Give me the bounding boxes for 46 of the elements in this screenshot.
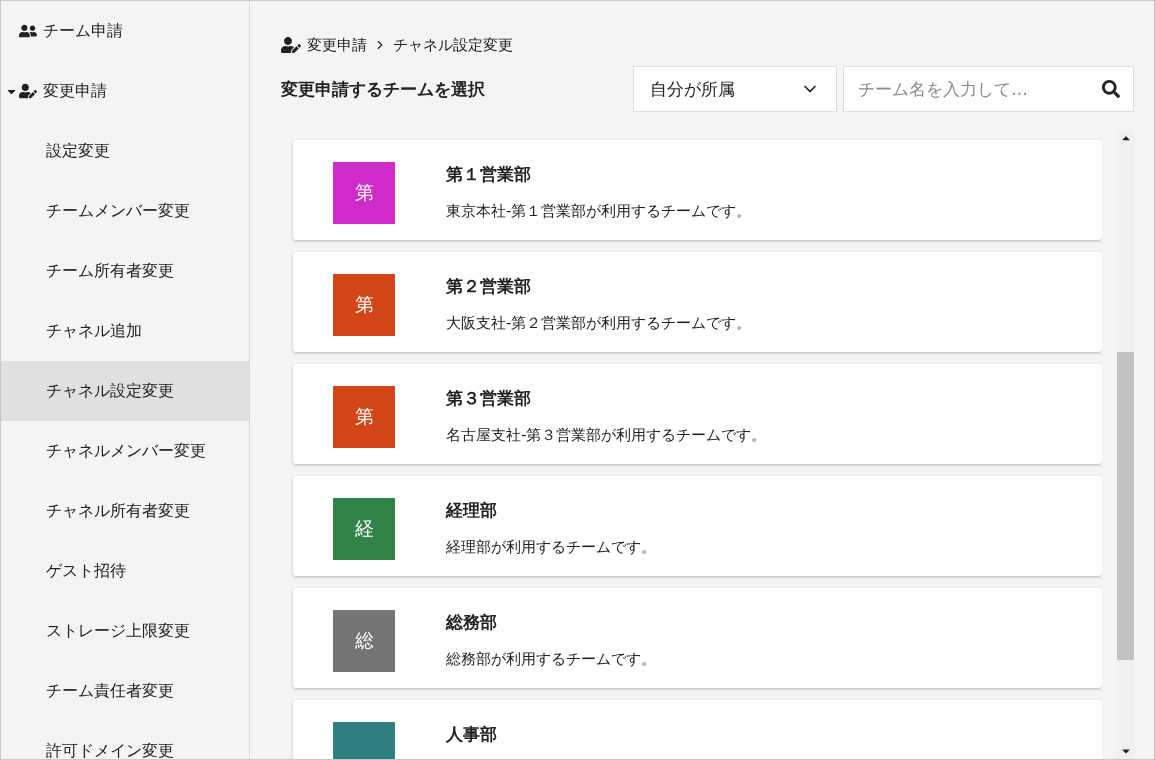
avatar-letter: 第 [354,180,374,205]
team-name: 人事部 [446,723,497,746]
sidebar-item[interactable]: 変更申請 [1,61,249,121]
team-description: 総務部が利用するチームです。 [446,650,656,669]
team-name: 経理部 [446,499,498,522]
sidebar-item[interactable]: チャネル追加 [1,301,249,361]
team-description: 東京本社-第１営業部が利用するチームです。 [446,202,752,221]
team-name: 第１営業部 [446,163,532,186]
sidebar-item[interactable]: チーム責任者変更 [1,661,249,721]
avatar-letter: 第 [354,292,374,317]
team-description: 大阪支社-第２営業部が利用するチームです。 [446,314,752,333]
page-heading: 変更申請するチームを選択 [281,77,486,101]
avatar-letter: 第 [354,404,374,429]
team-description: 経理部が利用するチームです。 [446,538,656,557]
team-name: 第３営業部 [446,387,532,410]
user-edit-icon [19,82,37,100]
team-description: 名古屋支社-第３営業部が利用するチームです。 [446,426,767,445]
sidebar-item[interactable]: チームメンバー変更 [1,181,249,241]
sidebar-item[interactable]: ゲスト招待 [1,541,249,601]
sidebar-item[interactable]: チーム所有者変更 [1,241,249,301]
search-field[interactable]: チーム名を入力して… [843,66,1134,112]
sidebar-item[interactable]: チャネルメンバー変更 [1,421,249,481]
sidebar-item[interactable]: チャネル設定変更 [1,361,249,421]
filter-dropdown[interactable]: 自分が所属 [633,66,837,112]
team-card[interactable]: 第 第２営業部 大阪支社-第２営業部が利用するチームです。 [293,252,1102,352]
breadcrumb-item[interactable]: 変更申請 [307,35,367,55]
team-card[interactable]: 経 経理部 経理部が利用するチームです。 [293,476,1102,576]
scroll-thumb[interactable] [1117,352,1134,660]
search-icon[interactable] [1102,80,1120,98]
team-card[interactable]: 総 総務部 総務部が利用するチームです。 [293,588,1102,688]
sidebar-item[interactable]: ストレージ上限変更 [1,601,249,661]
sidebar-item[interactable]: 許可ドメイン変更 [1,721,249,759]
team-card[interactable]: 第 第１営業部 東京本社-第１営業部が利用するチームです。 [293,140,1102,240]
scrollbar[interactable] [1117,130,1134,759]
avatar-letter: 経 [354,516,374,541]
team-name: 総務部 [446,611,498,634]
user-edit-icon [281,35,301,55]
team-card[interactable]: 第 第３営業部 名古屋支社-第３営業部が利用するチームです。 [293,364,1102,464]
sidebar-item[interactable]: 設定変更 [1,121,249,181]
avatar-letter: 総 [354,628,374,653]
sidebar-item[interactable]: チャネル所有者変更 [1,481,249,541]
team-name: 第２営業部 [446,275,532,298]
team-icon [19,22,37,40]
breadcrumb-item: チャネル設定変更 [393,35,513,55]
sidebar-item[interactable]: チーム申請 [1,1,249,61]
team-card[interactable]: 人事部 [293,700,1102,759]
